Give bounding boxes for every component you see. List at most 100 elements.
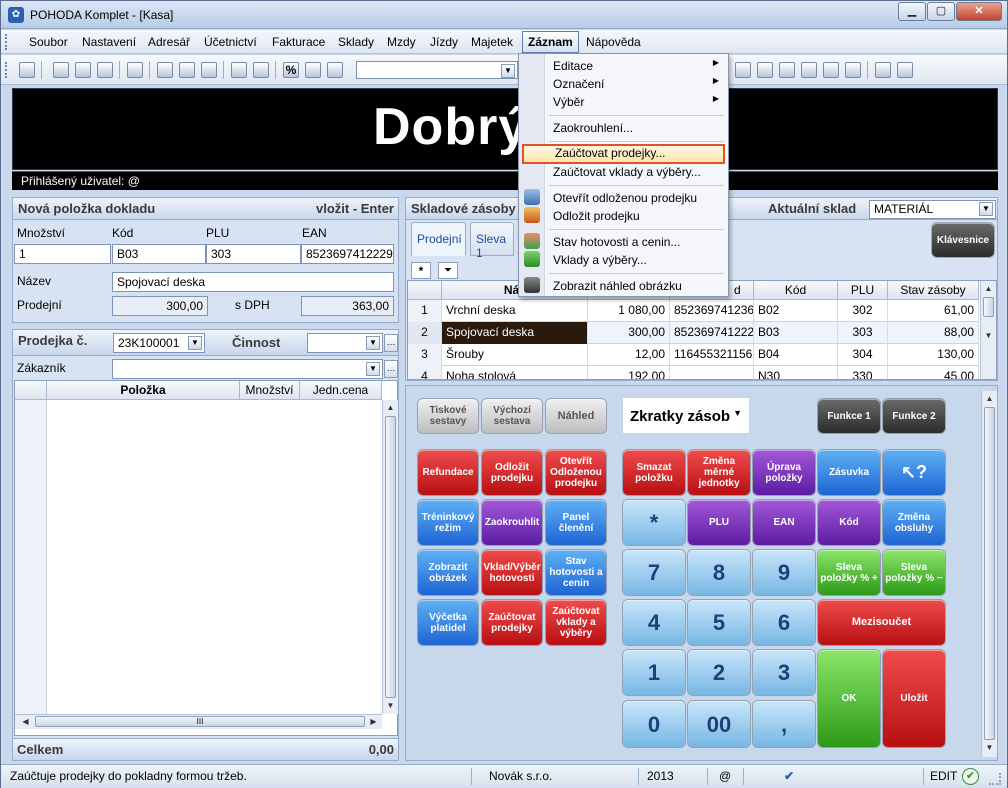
cash-state-button[interactable]: Stav hotovosti a cenin: [546, 550, 606, 595]
delete-record-icon[interactable]: [179, 62, 195, 78]
help-cursor-button[interactable]: ↖?: [883, 450, 945, 495]
scroll-thumb[interactable]: [983, 297, 994, 317]
price-field[interactable]: 300,00: [112, 296, 208, 316]
post-receipts-button[interactable]: Zaúčtovat prodejky: [482, 600, 542, 645]
scroll-up-icon[interactable]: ▲: [982, 282, 995, 295]
chevron-down-icon[interactable]: ▼: [188, 336, 202, 350]
menu-item-zauctovat-vklady[interactable]: Zaúčtovat vklady a výběry...: [522, 163, 725, 183]
subtotal-button[interactable]: Mezisoučet: [818, 600, 945, 645]
minimize-button[interactable]: ▁: [898, 2, 926, 21]
show-picture-button[interactable]: Zobrazit obrázek: [418, 550, 478, 595]
panel-sections-button[interactable]: Panel členění: [546, 500, 606, 545]
chevron-down-icon[interactable]: ▼: [366, 362, 380, 376]
col-plu[interactable]: PLU: [838, 281, 888, 300]
filter-icon[interactable]: [845, 62, 861, 78]
menu-item-zauctovat-prodejky[interactable]: Zaúčtovat prodejky...: [522, 144, 725, 164]
menu-adresar[interactable]: Adresář: [148, 35, 190, 49]
menu-item-vklady-vybery[interactable]: Vklady a výběry...: [522, 251, 725, 271]
tab-sleva-1[interactable]: Sleva 1: [470, 222, 514, 260]
table-row[interactable]: 2 Spojovací deska 300,00 8523697412229 B…: [408, 322, 979, 344]
receipt-number-field[interactable]: 23K100001 ▼: [113, 333, 205, 353]
key-star[interactable]: *: [623, 500, 685, 545]
receipt-vscroll[interactable]: ▲ ▼: [382, 400, 398, 714]
key-6[interactable]: 6: [753, 600, 815, 645]
funnel-icon[interactable]: ⏷: [438, 262, 458, 279]
key-3[interactable]: 3: [753, 650, 815, 695]
customer-more-button[interactable]: …: [384, 360, 398, 378]
hscroll-thumb[interactable]: III: [35, 716, 365, 727]
pad-vscroll[interactable]: ▲ ▼: [981, 391, 997, 757]
col-mnozstvi[interactable]: Množství: [240, 381, 300, 400]
chevron-down-icon[interactable]: ▼: [501, 64, 515, 78]
percent-icon[interactable]: %: [283, 62, 299, 78]
chevron-down-icon[interactable]: ▼: [979, 202, 993, 216]
menu-item-odlozit-prodejku[interactable]: Odložit prodejku: [522, 207, 725, 227]
menu-mzdy[interactable]: Mzdy: [387, 35, 416, 49]
menu-majetek[interactable]: Majetek: [471, 35, 513, 49]
stock-shortcuts-select[interactable]: Zkratky zásob ▼: [622, 397, 750, 434]
col-jedn-cena[interactable]: Jedn.cena: [300, 381, 382, 400]
star-icon[interactable]: [327, 62, 343, 78]
delete-item-button[interactable]: Smazat položku: [623, 450, 685, 495]
col-stav-zasoby[interactable]: Stav zásoby: [888, 281, 979, 300]
menu-fakturace[interactable]: Fakturace: [272, 35, 325, 49]
edit-doc-icon[interactable]: [735, 62, 751, 78]
table-row[interactable]: 1 Vrchní deska 1 080,00 8523697412366 B0…: [408, 300, 979, 322]
stock-vscroll[interactable]: ▲ ▼: [980, 281, 996, 379]
open-held-receipt-button[interactable]: Otevřít Odloženou prodejku: [546, 450, 606, 495]
resize-grip-icon[interactable]: [989, 773, 1001, 785]
lock-icon[interactable]: [305, 62, 321, 78]
function-1-button[interactable]: Funkce 1: [818, 399, 880, 433]
menu-napoveda[interactable]: Nápověda: [586, 35, 641, 49]
change-operator-button[interactable]: Změna obsluhy: [883, 500, 945, 545]
qty-field[interactable]: 1: [14, 244, 111, 264]
discount-minus-button[interactable]: Sleva položky % −: [883, 550, 945, 595]
receipt-items-grid[interactable]: Položka Množství Jedn.cena ▲ ▼ ◀ III ▶: [14, 380, 398, 736]
menu-zaznam[interactable]: Záznam: [522, 31, 579, 53]
agenda-icon[interactable]: [231, 62, 247, 78]
copy-icon[interactable]: [53, 62, 69, 78]
print-reports-button[interactable]: Tiskové sestavy: [418, 399, 478, 433]
key-2[interactable]: 2: [688, 650, 750, 695]
warehouse-select[interactable]: MATERIÁL ▼: [869, 200, 996, 219]
table-row[interactable]: 4 Noha stolová 192,00 N30 330 45,00: [408, 366, 979, 379]
ean-field[interactable]: 8523697412229: [301, 244, 394, 264]
maximize-button[interactable]: ▢: [927, 2, 955, 21]
menu-item-vyber[interactable]: Výběr ▶: [522, 93, 725, 113]
toolbar-combo[interactable]: ▼: [356, 61, 518, 79]
chart-icon[interactable]: [823, 62, 839, 78]
code-button[interactable]: Kód: [818, 500, 880, 545]
function-2-button[interactable]: Funkce 2: [883, 399, 945, 433]
pin-icon[interactable]: [897, 62, 913, 78]
menu-item-nahled-obrazku[interactable]: Zobrazit náhled obrázku: [522, 277, 725, 297]
plu-field[interactable]: 303: [206, 244, 301, 264]
ean-button[interactable]: EAN: [753, 500, 815, 545]
scroll-up-icon[interactable]: ▲: [384, 401, 397, 414]
chevron-down-icon[interactable]: ▼: [733, 408, 742, 418]
scroll-right-icon[interactable]: ▶: [367, 715, 380, 728]
activity-field[interactable]: ▼: [307, 333, 383, 353]
cash-count-button[interactable]: Výčetka platidel: [418, 600, 478, 645]
refund-button[interactable]: Refundace: [418, 450, 478, 495]
print-preview-icon[interactable]: [97, 62, 113, 78]
edit-item-button[interactable]: Úprava položky: [753, 450, 815, 495]
key-0[interactable]: 0: [623, 701, 685, 747]
menu-jizdy[interactable]: Jízdy: [430, 35, 458, 49]
menu-item-stav-hotovosti[interactable]: Stav hotovosti a cenin...: [522, 233, 725, 253]
key-1[interactable]: 1: [623, 650, 685, 695]
menu-item-zaokrouhleni[interactable]: Zaokrouhlení...: [522, 119, 725, 139]
menu-item-oznaceni[interactable]: Označení ▶: [522, 75, 725, 95]
scroll-left-icon[interactable]: ◀: [19, 715, 32, 728]
default-report-button[interactable]: Výchozí sestava: [482, 399, 542, 433]
code-field[interactable]: B03: [112, 244, 206, 264]
training-mode-button[interactable]: Tréninkový režim: [418, 500, 478, 545]
change-unit-button[interactable]: Změna měrné jednotky: [688, 450, 750, 495]
download-icon[interactable]: [757, 62, 773, 78]
menu-item-otevrit-odlozenou[interactable]: Otevřít odloženou prodejku: [522, 189, 725, 209]
undo-icon[interactable]: [201, 62, 217, 78]
scroll-thumb[interactable]: [385, 416, 396, 698]
chevron-down-icon[interactable]: ▼: [366, 336, 380, 350]
key-00[interactable]: 00: [688, 701, 750, 747]
key-8[interactable]: 8: [688, 550, 750, 595]
scroll-thumb[interactable]: [984, 407, 995, 740]
